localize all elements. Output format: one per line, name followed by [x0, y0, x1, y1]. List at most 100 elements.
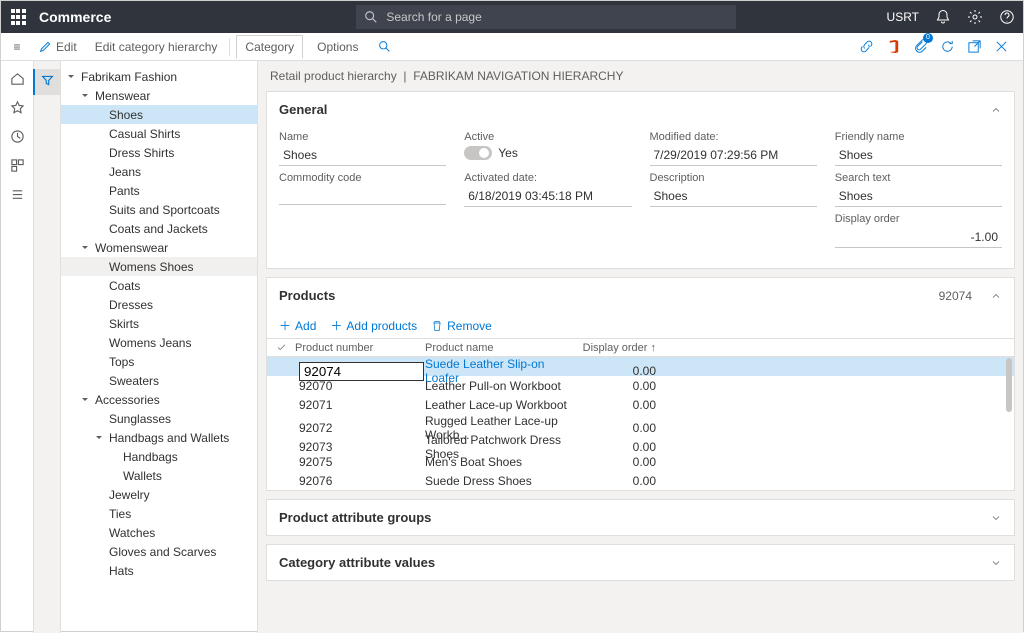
product-number-cell[interactable]: 92071 [295, 398, 425, 412]
products-panel-header[interactable]: Products 92074 [267, 278, 1014, 313]
tree-node[interactable]: Dresses [61, 295, 257, 314]
tree-node[interactable]: Accessories [61, 390, 257, 409]
refresh-icon[interactable] [940, 39, 955, 54]
caret-spacer [93, 280, 105, 292]
table-row[interactable]: 92070Leather Pull-on Workboot0.00 [267, 376, 1014, 395]
product-number-cell[interactable]: 92075 [295, 455, 425, 469]
tree-node[interactable]: Hats [61, 561, 257, 580]
tree-node[interactable]: Gloves and Scarves [61, 542, 257, 561]
cav-header[interactable]: Category attribute values [267, 545, 1014, 580]
col-product-name[interactable]: Product name [425, 342, 575, 354]
toggle-icon[interactable] [464, 146, 492, 160]
tree-node[interactable]: Womenswear [61, 238, 257, 257]
tree-node[interactable]: Coats [61, 276, 257, 295]
pag-header[interactable]: Product attribute groups [267, 500, 1014, 535]
link-icon[interactable] [859, 39, 874, 54]
tree-node[interactable]: Jeans [61, 162, 257, 181]
product-number-cell[interactable]: 92072 [295, 421, 425, 435]
caret-down-icon[interactable] [79, 90, 91, 102]
caret-down-icon[interactable] [79, 394, 91, 406]
add-button[interactable]: ＋Add [279, 317, 316, 334]
col-product-number[interactable]: Product number [295, 342, 425, 354]
active-field[interactable]: ActiveYes [464, 131, 631, 166]
office-icon[interactable] [886, 39, 901, 54]
menu-toggle-icon[interactable]: ≡ [7, 40, 27, 54]
list-icon[interactable] [10, 187, 25, 202]
table-row[interactable]: 92072Rugged Leather Lace-up Workb...0.00 [267, 414, 1014, 433]
tree-node[interactable]: Watches [61, 523, 257, 542]
commodity-field[interactable]: Commodity code [279, 172, 446, 207]
tree-node[interactable]: Shoes [61, 105, 257, 124]
product-name-cell[interactable]: Suede Dress Shoes [425, 474, 575, 488]
table-row[interactable]: Suede Leather Slip-on Loafer0.00 [267, 357, 1014, 376]
tree-node[interactable]: Coats and Jackets [61, 219, 257, 238]
tree-node[interactable]: Fabrikam Fashion [61, 67, 257, 86]
module-icon[interactable] [10, 158, 25, 173]
table-row[interactable]: 92071Leather Lace-up Workboot0.00 [267, 395, 1014, 414]
table-row[interactable]: 92073Tailored Patchwork Dress Shoes0.00 [267, 433, 1014, 452]
product-name-cell[interactable]: Men's Boat Shoes [425, 455, 575, 469]
friendly-field[interactable]: Friendly nameShoes [835, 131, 1002, 166]
tree-node[interactable]: Pants [61, 181, 257, 200]
tree-node[interactable]: Skirts [61, 314, 257, 333]
col-display-order[interactable]: Display order ↑ [575, 342, 1002, 354]
display-order-field[interactable]: Display order-1.00 [835, 213, 1002, 248]
tree-node[interactable]: Menswear [61, 86, 257, 105]
global-search[interactable]: Search for a page [356, 5, 736, 29]
home-icon[interactable] [10, 71, 25, 86]
tree-node[interactable]: Tops [61, 352, 257, 371]
tab-options[interactable]: Options [309, 36, 366, 58]
tree-node[interactable]: Womens Shoes [61, 257, 257, 276]
chevron-up-icon [990, 290, 1002, 302]
display-order-cell: 0.00 [575, 440, 1002, 454]
product-name-cell[interactable]: Leather Lace-up Workboot [425, 398, 575, 412]
general-panel-header[interactable]: General [267, 92, 1014, 127]
display-order-cell: 0.00 [575, 379, 1002, 393]
product-number-cell[interactable]: 92073 [295, 440, 425, 454]
action-search-icon[interactable] [372, 36, 397, 57]
edit-hierarchy-button[interactable]: Edit category hierarchy [89, 36, 224, 58]
attach-icon[interactable]: 0 [913, 38, 928, 56]
caret-down-icon[interactable] [65, 71, 77, 83]
tree-node[interactable]: Dress Shirts [61, 143, 257, 162]
select-all-checkbox[interactable] [267, 342, 295, 353]
search-text-field[interactable]: Search textShoes [835, 172, 1002, 207]
caret-down-icon[interactable] [79, 242, 91, 254]
close-icon[interactable] [994, 39, 1009, 54]
clock-icon[interactable] [10, 129, 25, 144]
tree-node[interactable]: Ties [61, 504, 257, 523]
tree-node[interactable]: Suits and Sportcoats [61, 200, 257, 219]
caret-spacer [93, 128, 105, 140]
tab-category[interactable]: Category [236, 35, 303, 59]
products-table[interactable]: Product number Product name Display orde… [267, 338, 1014, 490]
product-name-cell[interactable]: Leather Pull-on Workboot [425, 379, 575, 393]
remove-button[interactable]: Remove [431, 319, 492, 333]
help-icon[interactable] [999, 9, 1015, 25]
tree-node[interactable]: Casual Shirts [61, 124, 257, 143]
tree-node[interactable]: Jewelry [61, 485, 257, 504]
star-icon[interactable] [10, 100, 25, 115]
caret-down-icon[interactable] [93, 432, 105, 444]
tree-node[interactable]: Handbags [61, 447, 257, 466]
popout-icon[interactable] [967, 39, 982, 54]
filter-icon[interactable] [33, 69, 60, 95]
tree-node[interactable]: Sweaters [61, 371, 257, 390]
tree-node[interactable]: Handbags and Wallets [61, 428, 257, 447]
edit-button[interactable]: Edit [33, 36, 83, 58]
description-field[interactable]: DescriptionShoes [650, 172, 817, 207]
scrollbar[interactable] [1006, 358, 1012, 412]
table-row[interactable]: 92076Suede Dress Shoes0.00 [267, 471, 1014, 490]
bell-icon[interactable] [935, 9, 951, 25]
tree-node[interactable]: Wallets [61, 466, 257, 485]
table-row[interactable]: 92075Men's Boat Shoes0.00 [267, 452, 1014, 471]
category-tree[interactable]: Fabrikam FashionMenswearShoesCasual Shir… [61, 61, 258, 633]
tree-node[interactable]: Womens Jeans [61, 333, 257, 352]
add-products-button[interactable]: ＋Add products [330, 317, 417, 334]
product-number-cell[interactable]: 92076 [295, 474, 425, 488]
app-launcher-icon[interactable] [9, 7, 29, 27]
name-field[interactable]: NameShoes [279, 131, 446, 166]
tree-node[interactable]: Sunglasses [61, 409, 257, 428]
product-number-cell[interactable]: 92070 [295, 379, 425, 393]
gear-icon[interactable] [967, 9, 983, 25]
user-code[interactable]: USRT [887, 10, 919, 24]
